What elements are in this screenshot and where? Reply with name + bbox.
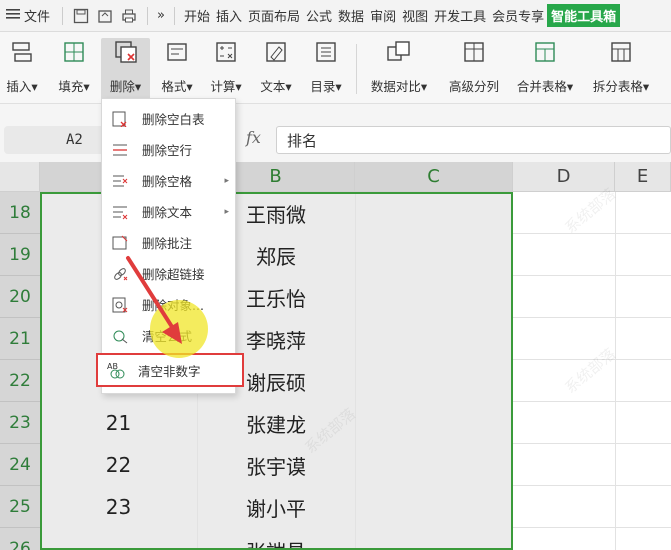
spreadsheet-window: 文件 » 开始 插入 页面布局 公式 数据 审阅 视图 开发工具 会员专享 智能… <box>0 0 671 550</box>
annotation-arrow-icon <box>126 256 182 344</box>
